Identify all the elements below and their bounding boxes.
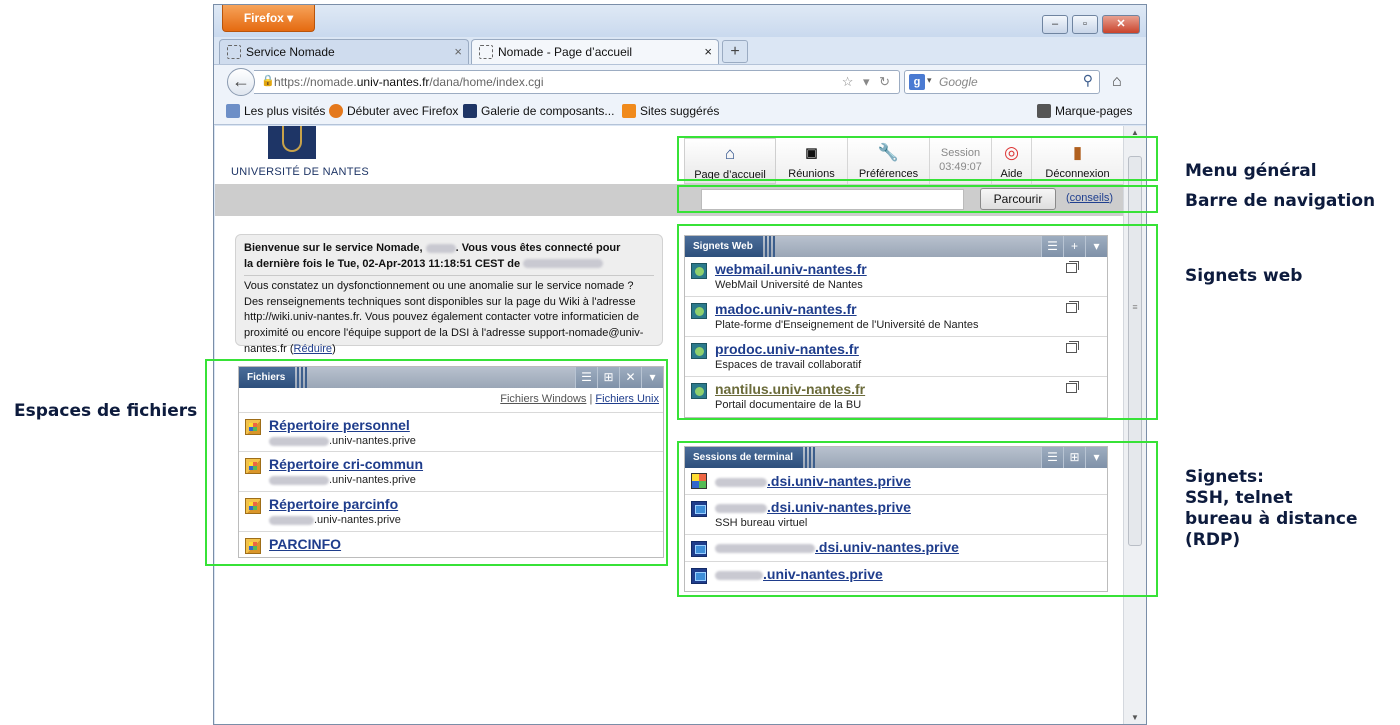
tab-label: Nomade - Page d’accueil	[498, 45, 633, 59]
search-engine-dropdown-icon[interactable]: ▾	[927, 75, 932, 86]
search-placeholder: Google	[939, 75, 978, 89]
close-tab-icon[interactable]: ×	[704, 40, 712, 64]
search-icon[interactable]: ⚲	[1083, 72, 1093, 89]
back-button[interactable]: ←	[227, 68, 255, 96]
vertical-scrollbar[interactable]: ▲ ≡ ▼	[1123, 126, 1146, 724]
bookmark-suggested-sites[interactable]: Sites suggérés	[622, 103, 719, 119]
star-icon	[1037, 104, 1051, 118]
annotation-navbar: Barre de navigation	[1185, 191, 1376, 211]
annotation-files: Espaces de fichiers	[14, 401, 198, 421]
page-icon	[479, 45, 493, 59]
url-prefix: https://nomade.	[274, 75, 357, 89]
maximize-button[interactable]: ▫	[1072, 15, 1098, 34]
bookmark-star-icon[interactable]: ☆ ▾ ↻	[842, 71, 893, 93]
welcome-line-2: la dernière fois le Tue, 02-Apr-2013 11:…	[244, 257, 521, 270]
tab-bar: Service Nomade × Nomade - Page d’accueil…	[214, 37, 1146, 64]
redacted-username	[425, 243, 456, 253]
navigation-toolbar: https://nomade.univ-nantes.fr/dana/home/…	[214, 64, 1146, 98]
annotation-box-navbar	[677, 185, 1158, 213]
annotation-web: Signets web	[1185, 266, 1303, 286]
annotation-terminal-1: Signets:	[1185, 467, 1264, 487]
bookmark-most-visited[interactable]: Les plus visités	[226, 103, 325, 119]
university-name: UNIVERSITÉ DE NANTES	[231, 166, 370, 178]
scroll-down-icon[interactable]: ▼	[1124, 713, 1146, 722]
tab-nomade-accueil[interactable]: Nomade - Page d’accueil ×	[471, 39, 719, 64]
url-bar[interactable]: https://nomade.univ-nantes.fr/dana/home/…	[254, 70, 900, 94]
bookmark-getting-started[interactable]: Débuter avec Firefox	[329, 103, 458, 119]
annotation-terminal-2: SSH, telnet	[1185, 488, 1293, 508]
university-logo	[268, 126, 316, 159]
redacted-ip	[523, 259, 604, 269]
annotation-box-terminal	[677, 441, 1158, 597]
welcome-close-paren: )	[332, 342, 336, 355]
page-icon	[227, 45, 241, 59]
new-tab-button[interactable]: +	[722, 40, 748, 63]
tab-label: Service Nomade	[246, 45, 335, 59]
folder-icon	[226, 104, 240, 118]
welcome-box: Bienvenue sur le service Nomade, . Vous …	[235, 234, 663, 355]
bookmarks-toolbar: Les plus visités Débuter avec Firefox Ga…	[214, 98, 1146, 125]
annotation-box-web	[677, 224, 1158, 420]
welcome-divider	[244, 275, 654, 277]
close-window-button[interactable]: ✕	[1102, 15, 1140, 34]
minimize-button[interactable]: –	[1042, 15, 1068, 34]
welcome-line-1b: . Vous vous êtes connecté pour	[455, 242, 621, 254]
search-box[interactable]: g ▾ Google ⚲	[904, 70, 1100, 94]
welcome-line-1: Bienvenue sur le service Nomade,	[244, 242, 423, 254]
firefox-menu-button[interactable]: Firefox ▾	[222, 5, 315, 32]
firefox-icon	[329, 104, 343, 118]
lock-icon: 🔒	[261, 75, 275, 87]
gallery-icon	[463, 104, 477, 118]
suggested-sites-icon	[622, 104, 636, 118]
annotation-box-menu	[677, 136, 1158, 181]
url-path: /dana/home/index.cgi	[429, 75, 544, 89]
reduce-link[interactable]: Réduire	[294, 343, 333, 355]
home-icon[interactable]: ⌂	[1112, 73, 1122, 91]
bookmarks-menu[interactable]: Marque-pages	[1037, 103, 1132, 119]
tab-service-nomade[interactable]: Service Nomade ×	[219, 39, 469, 64]
bookmark-gallery[interactable]: Galerie de composants...	[463, 103, 614, 119]
title-bar: Firefox ▾ – ▫ ✕	[214, 5, 1146, 37]
close-tab-icon[interactable]: ×	[454, 40, 462, 64]
annotation-box-files	[205, 359, 668, 566]
google-icon[interactable]: g	[909, 74, 925, 90]
url-host: univ-nantes.fr	[356, 75, 430, 89]
annotation-terminal-3: bureau à distance (RDP)	[1185, 509, 1358, 550]
annotation-menu: Menu général	[1185, 161, 1317, 181]
